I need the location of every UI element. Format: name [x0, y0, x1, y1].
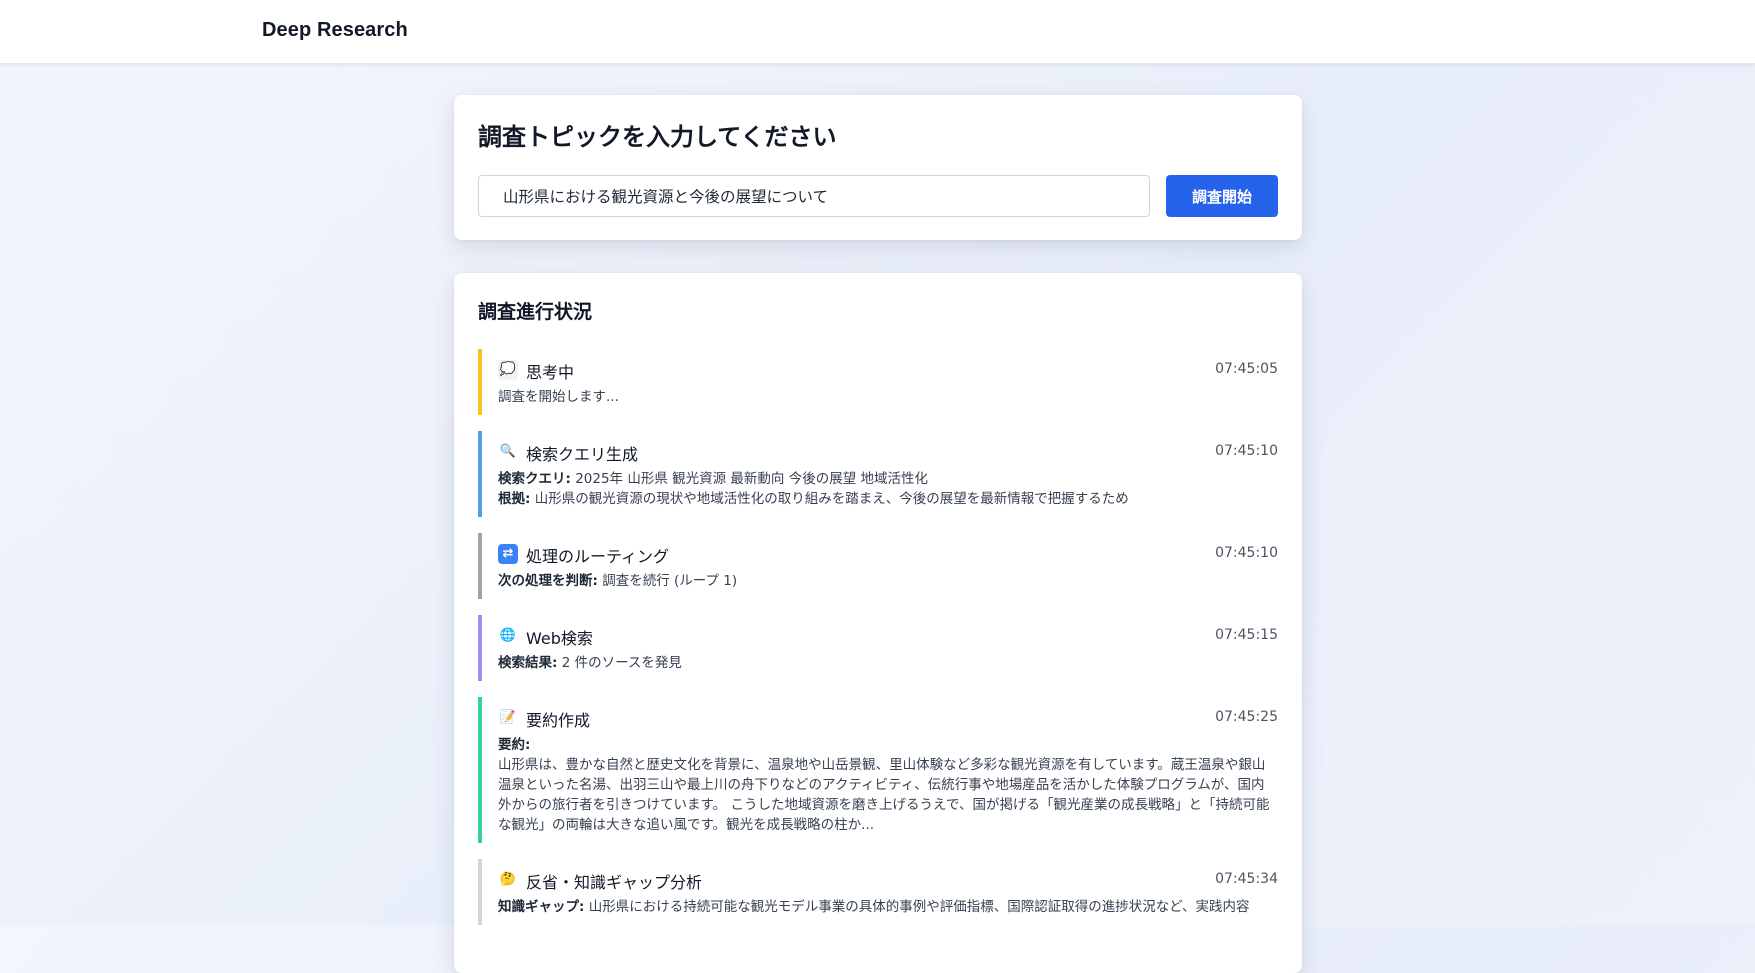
step-body: 調査を開始します... [498, 389, 619, 405]
app-brand[interactable]: Deep Research [262, 19, 408, 42]
step-body: 検索クエリ: 2025年 山形県 観光資源 最新動向 今後の展望 地域活性化 根… [498, 469, 1278, 509]
progress-step-thinking: 💭 思考中 07:45:05 調査を開始します... [478, 349, 1278, 415]
step-timestamp: 07:45:10 [1215, 443, 1278, 459]
step-timestamp: 07:45:05 [1215, 361, 1278, 377]
magnifier-icon: 🔍 [499, 444, 517, 459]
thought-bubble-icon: 💭 [498, 360, 518, 380]
routing-label: 次の処理を判断: [498, 573, 598, 589]
knowledge-gap-text: 山形県における持続可能な観光モデル事業の具体的事例や評価指標、国際認証取得の進捗… [588, 899, 1250, 915]
query-label: 検索クエリ: [498, 471, 571, 487]
search-result-label: 検索結果: [498, 655, 558, 671]
topic-card-title: 調査トピックを入力してください [478, 123, 837, 151]
step-title: 反省・知識ギャップ分析 [526, 873, 703, 892]
step-body: 知識ギャップ: 山形県における持続可能な観光モデル事業の具体的事例や評価指標、国… [498, 897, 1278, 917]
search-result-text: 2 件のソースを発見 [561, 655, 682, 671]
step-timestamp: 07:45:34 [1215, 871, 1278, 887]
progress-step-web-search: 🌐 Web検索 07:45:15 検索結果: 2 件のソースを発見 [478, 615, 1278, 681]
progress-steps-list: 💭 思考中 07:45:05 調査を開始します... 🔍 検索クエリ生成 07:… [478, 349, 1278, 941]
knowledge-gap-label: 知識ギャップ: [498, 899, 585, 915]
progress-step-reflection: 🤔 反省・知識ギャップ分析 07:45:34 知識ギャップ: 山形県における持続… [478, 859, 1278, 925]
topic-input-card: 調査トピックを入力してください 調査開始 [454, 95, 1302, 240]
step-timestamp: 07:45:15 [1215, 627, 1278, 643]
progress-step-routing: ⇄ 処理のルーティング 07:45:10 次の処理を判断: 調査を続行 (ループ… [478, 533, 1278, 599]
top-navigation-bar: Deep Research [0, 0, 1755, 64]
start-research-button[interactable]: 調査開始 [1166, 175, 1278, 217]
progress-card-title: 調査進行状況 [478, 301, 593, 323]
thinking-face-icon: 🤔 [499, 872, 517, 887]
step-timestamp: 07:45:25 [1215, 709, 1278, 725]
step-title: 処理のルーティング [526, 547, 670, 566]
research-topic-input[interactable] [478, 175, 1150, 217]
progress-step-summary: 📝 要約作成 07:45:25 要約: 山形県は、豊かな自然と歴史文化を背景に、… [478, 697, 1278, 843]
step-body: 次の処理を判断: 調査を続行 (ループ 1) [498, 571, 1278, 591]
routing-text: 調査を続行 (ループ 1) [602, 573, 738, 589]
step-title: 要約作成 [526, 711, 591, 730]
memo-icon: 📝 [499, 710, 517, 725]
basis-label: 根拠: [498, 491, 531, 507]
step-title: 思考中 [526, 363, 575, 382]
step-title: Web検索 [526, 629, 593, 648]
progress-step-query-generation: 🔍 検索クエリ生成 07:45:10 検索クエリ: 2025年 山形県 観光資源… [478, 431, 1278, 517]
step-body: 検索結果: 2 件のソースを発見 [498, 653, 1278, 673]
summary-text: 山形県は、豊かな自然と歴史文化を背景に、温泉地や山岳景観、里山体験など多彩な観光… [498, 757, 1270, 833]
query-text: 2025年 山形県 観光資源 最新動向 今後の展望 地域活性化 [575, 471, 929, 487]
step-title: 検索クエリ生成 [526, 445, 639, 464]
basis-text: 山形県の観光資源の現状や地域活性化の取り組みを踏まえ、今後の展望を最新情報で把握… [534, 491, 1129, 507]
globe-icon: 🌐 [499, 628, 517, 643]
step-timestamp: 07:45:10 [1215, 545, 1278, 561]
step-body: 要約: 山形県は、豊かな自然と歴史文化を背景に、温泉地や山岳景観、里山体験など多… [498, 735, 1278, 835]
shuffle-icon: ⇄ [498, 544, 518, 564]
research-progress-card: 調査進行状況 💭 思考中 07:45:05 調査を開始します... 🔍 検索クエ… [454, 273, 1302, 973]
summary-label: 要約: [498, 737, 531, 753]
